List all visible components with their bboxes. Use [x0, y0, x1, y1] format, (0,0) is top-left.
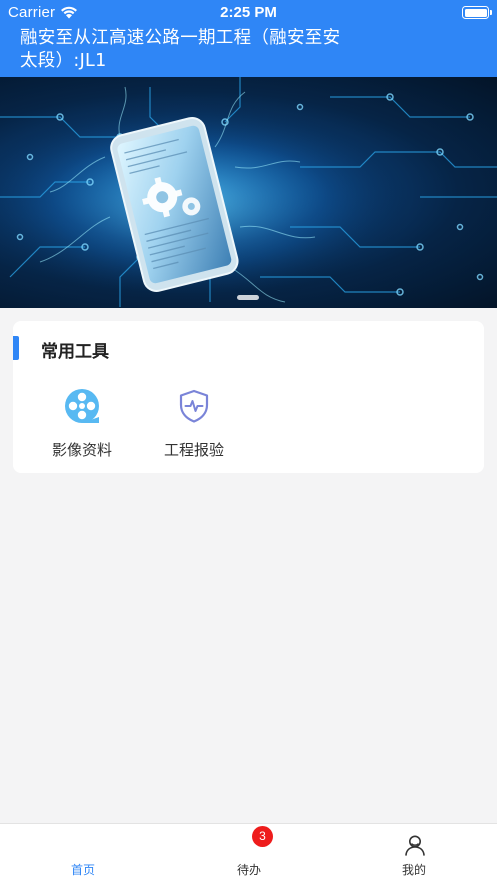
user-icon [405, 835, 425, 856]
tool-label: 影像资料 [51, 441, 112, 459]
todo-count-badge: 3 [252, 826, 273, 847]
banner-illustration [0, 77, 497, 308]
bottom-tab-bar: 首页 待办 我的 [0, 823, 497, 883]
tab-mine[interactable]: 我的 [331, 824, 497, 883]
section-accent-bar [13, 336, 19, 360]
section-title: 常用工具 [41, 342, 109, 362]
banner-carousel[interactable] [0, 77, 497, 308]
app-header: Carrier 2:25 PM 融安至从江高速公路一期工程（融安至安太段）:JL… [0, 0, 497, 77]
status-time: 2:25 PM [220, 4, 277, 21]
common-tools-card: 常用工具 影像资料 工程报验 [13, 321, 484, 473]
battery-icon [462, 6, 489, 19]
tool-media-archive[interactable]: 影像资料 [34, 387, 130, 460]
carousel-page-indicator [237, 295, 259, 300]
project-title: 融安至从江高速公路一期工程（融安至安太段）:JL1 [20, 28, 341, 71]
tab-todo[interactable]: 待办 [166, 824, 332, 883]
tool-engineering-inspection[interactable]: 工程报验 [146, 387, 242, 460]
tool-label: 工程报验 [163, 441, 224, 459]
battery-cap [490, 10, 492, 15]
shield-pulse-icon [179, 389, 209, 423]
status-bar: Carrier 2:25 PM [0, 0, 497, 26]
tab-label: 待办 [236, 863, 261, 877]
tab-label: 我的 [401, 863, 426, 877]
tab-home[interactable]: 首页 [0, 824, 166, 883]
tab-label: 首页 [70, 863, 95, 877]
film-reel-icon [65, 389, 99, 423]
